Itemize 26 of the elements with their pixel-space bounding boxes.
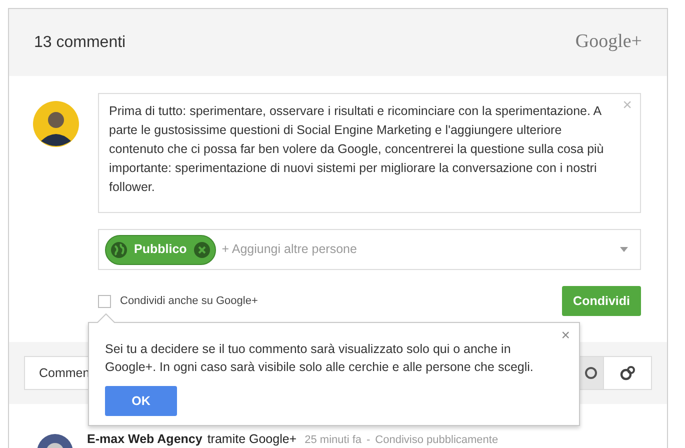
comment-textarea[interactable] xyxy=(98,93,641,213)
close-button[interactable]: × xyxy=(622,98,632,114)
post-time[interactable]: 25 minuti fa xyxy=(304,433,362,447)
avatar-icon xyxy=(33,101,79,147)
audience-chip[interactable]: Pubblico xyxy=(105,234,216,264)
author-name[interactable]: E-max Web Agency xyxy=(87,432,202,446)
brand-logo: Google+ xyxy=(575,30,642,54)
audience-field[interactable]: Pubblico + Aggiungi altre persone xyxy=(98,229,641,270)
checkbox-label: Condividi anche su Google+ xyxy=(120,294,258,309)
close-button[interactable]: × xyxy=(561,328,570,343)
link-icon xyxy=(620,365,636,381)
audience-placeholder: + Aggiungi altre persone xyxy=(222,241,358,258)
separator: - xyxy=(366,433,370,447)
remove-icon[interactable] xyxy=(192,240,211,258)
chip-label: Pubblico xyxy=(134,241,187,258)
comment-count: 13 commenti xyxy=(34,32,126,52)
comment-text: Prima di tutto: sperimentare, osservare i risultati e ricominciare con la sperimentazione. A parte le gustosissime questioni di Social Engine Marketing e l'aggiungere ulteriore contenuto che ci possa far ben volere da Google, concentrerei la questione sulla cosa più importante: sperimentazione di nuovi sistemi per migliorare la conversazione con i nostri follower. xyxy=(109,103,605,196)
circle-icon xyxy=(585,367,597,379)
popup-message: Sei tu a decidere se il tuo commento sarà visualizzato solo qui o anche in Google+. In ogni caso sarà visibile solo alle cerchie e alle persone che scegli. xyxy=(105,341,534,376)
comments-tab[interactable]: Commen xyxy=(25,357,90,389)
visibility-text[interactable]: Condiviso pubblicamente xyxy=(375,433,498,447)
ok-button[interactable]: OK xyxy=(105,386,177,416)
via-text: tramite Google+ xyxy=(207,432,297,446)
dropdown-caret-icon[interactable] xyxy=(620,247,628,252)
share-checkbox[interactable] xyxy=(98,294,111,308)
share-button[interactable]: Condividi xyxy=(562,286,641,316)
